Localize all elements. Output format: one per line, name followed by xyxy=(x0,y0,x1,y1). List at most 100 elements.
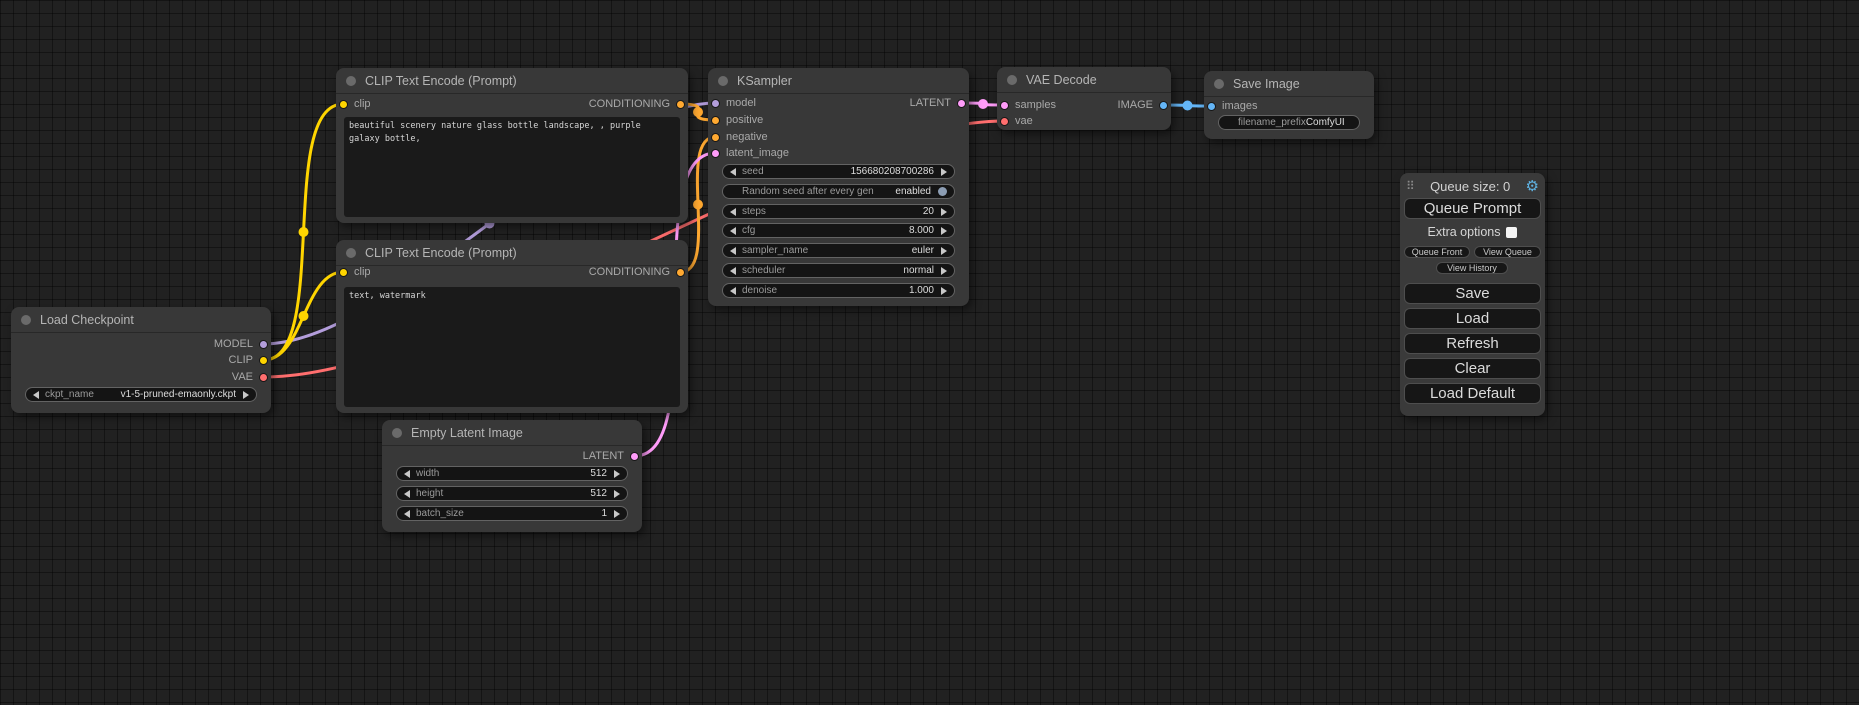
vae-output-port[interactable] xyxy=(259,373,268,382)
link-midpoint-dot[interactable] xyxy=(299,227,309,237)
positive-input-port[interactable] xyxy=(711,116,720,125)
node-ksampler[interactable]: KSampler model LATENT positive negative … xyxy=(708,68,969,306)
settings-gear-icon[interactable]: ⚙ xyxy=(1526,179,1539,194)
node-titlebar[interactable]: Save Image xyxy=(1204,71,1374,97)
widget-value: v1-5-pruned-emaonly.ckpt xyxy=(121,389,236,400)
collapse-dot-icon[interactable] xyxy=(392,428,402,438)
view-queue-button[interactable]: View Queue xyxy=(1474,246,1541,258)
node-titlebar[interactable]: KSampler xyxy=(708,68,969,94)
load-default-button[interactable]: Load Default xyxy=(1404,383,1541,404)
clip-output-port[interactable] xyxy=(259,356,268,365)
widget-seed[interactable]: seed 156680208700286 xyxy=(722,164,955,179)
link-midpoint-dot[interactable] xyxy=(978,99,988,109)
images-input-port[interactable] xyxy=(1207,102,1216,111)
queue-front-button[interactable]: Queue Front xyxy=(1404,246,1470,258)
link-midpoint-dot[interactable] xyxy=(693,200,703,210)
conditioning-output-port[interactable] xyxy=(676,100,685,109)
widget-random-seed-toggle[interactable]: Random seed after every gen enabled xyxy=(722,184,955,199)
drag-handle-icon[interactable]: ⠿ xyxy=(1406,180,1415,192)
decrement-arrow-icon[interactable] xyxy=(33,391,39,399)
decrement-arrow-icon[interactable] xyxy=(730,227,736,235)
widget-ckpt-name[interactable]: ckpt_name v1-5-pruned-emaonly.ckpt xyxy=(25,387,257,402)
clip-input-port[interactable] xyxy=(339,268,348,277)
negative-input-port[interactable] xyxy=(711,133,720,142)
widget-denoise[interactable]: denoise 1.000 xyxy=(722,283,955,298)
model-output-port[interactable] xyxy=(259,340,268,349)
increment-arrow-icon[interactable] xyxy=(614,470,620,478)
view-history-button[interactable]: View History xyxy=(1436,262,1508,274)
node-titlebar[interactable]: Empty Latent Image xyxy=(382,420,642,446)
decrement-arrow-icon[interactable] xyxy=(730,247,736,255)
node-titlebar[interactable]: CLIP Text Encode (Prompt) xyxy=(336,68,688,94)
link-midpoint-dot[interactable] xyxy=(299,311,309,321)
increment-arrow-icon[interactable] xyxy=(614,510,620,518)
increment-arrow-icon[interactable] xyxy=(614,490,620,498)
node-vae-decode[interactable]: VAE Decode samples IMAGE vae xyxy=(997,67,1171,130)
latent-output-port[interactable] xyxy=(630,452,639,461)
widget-width[interactable]: width 512 xyxy=(396,466,628,481)
latent-output-port[interactable] xyxy=(957,99,966,108)
image-output-port[interactable] xyxy=(1159,101,1168,110)
increment-arrow-icon[interactable] xyxy=(941,287,947,295)
comfy-menu-panel[interactable]: ⠿ Queue size: 0 ⚙ Queue Prompt Extra opt… xyxy=(1400,173,1545,416)
increment-arrow-icon[interactable] xyxy=(243,391,249,399)
extra-options-checkbox[interactable] xyxy=(1506,227,1517,238)
node-titlebar[interactable]: Load Checkpoint xyxy=(11,307,271,333)
decrement-arrow-icon[interactable] xyxy=(730,208,736,216)
collapse-dot-icon[interactable] xyxy=(1007,75,1017,85)
conditioning-output-port[interactable] xyxy=(676,268,685,277)
output-slot-label: LATENT xyxy=(583,450,624,462)
load-button[interactable]: Load xyxy=(1404,308,1541,329)
widget-cfg[interactable]: cfg 8.000 xyxy=(722,223,955,238)
widget-steps[interactable]: steps 20 xyxy=(722,204,955,219)
increment-arrow-icon[interactable] xyxy=(941,227,947,235)
queue-prompt-button[interactable]: Queue Prompt xyxy=(1404,198,1541,219)
collapse-dot-icon[interactable] xyxy=(346,248,356,258)
widget-value: enabled xyxy=(895,186,931,197)
node-titlebar[interactable]: CLIP Text Encode (Prompt) xyxy=(336,240,688,266)
clip-input-port[interactable] xyxy=(339,100,348,109)
toggle-indicator-icon[interactable] xyxy=(938,187,947,196)
vae-input-port[interactable] xyxy=(1000,117,1009,126)
decrement-arrow-icon[interactable] xyxy=(730,168,736,176)
clear-button[interactable]: Clear xyxy=(1404,358,1541,379)
collapse-dot-icon[interactable] xyxy=(1214,79,1224,89)
node-load-checkpoint[interactable]: Load Checkpoint MODEL CLIP VAE ckpt_name… xyxy=(11,307,271,413)
node-save-image[interactable]: Save Image images filename_prefix ComfyU… xyxy=(1204,71,1374,139)
prompt-textarea[interactable]: text, watermark xyxy=(344,287,680,407)
decrement-arrow-icon[interactable] xyxy=(404,490,410,498)
save-button[interactable]: Save xyxy=(1404,283,1541,304)
link-midpoint-dot[interactable] xyxy=(693,107,703,117)
increment-arrow-icon[interactable] xyxy=(941,208,947,216)
widget-name: batch_size xyxy=(416,508,464,519)
node-empty-latent-image[interactable]: Empty Latent Image LATENT width 512 heig… xyxy=(382,420,642,532)
widget-batch-size[interactable]: batch_size 1 xyxy=(396,506,628,521)
node-titlebar[interactable]: VAE Decode xyxy=(997,67,1171,93)
collapse-dot-icon[interactable] xyxy=(346,76,356,86)
refresh-button[interactable]: Refresh xyxy=(1404,333,1541,354)
increment-arrow-icon[interactable] xyxy=(941,267,947,275)
comfyui-canvas[interactable]: { "colors": { "MODEL": "#B39DDB", "CLIP"… xyxy=(0,0,1859,705)
decrement-arrow-icon[interactable] xyxy=(730,267,736,275)
prompt-textarea[interactable]: beautiful scenery nature glass bottle la… xyxy=(344,117,680,217)
samples-input-port[interactable] xyxy=(1000,101,1009,110)
decrement-arrow-icon[interactable] xyxy=(404,510,410,518)
increment-arrow-icon[interactable] xyxy=(941,247,947,255)
node-title: CLIP Text Encode (Prompt) xyxy=(365,246,517,260)
node-clip-text-encode-negative[interactable]: CLIP Text Encode (Prompt) clip CONDITION… xyxy=(336,240,688,413)
decrement-arrow-icon[interactable] xyxy=(730,287,736,295)
widget-scheduler[interactable]: scheduler normal xyxy=(722,263,955,278)
input-slot-label: model xyxy=(726,97,756,109)
link-midpoint-dot[interactable] xyxy=(1183,101,1193,111)
model-input-port[interactable] xyxy=(711,99,720,108)
latent-image-input-port[interactable] xyxy=(711,149,720,158)
node-clip-text-encode-positive[interactable]: CLIP Text Encode (Prompt) clip CONDITION… xyxy=(336,68,688,223)
input-slot-label: positive xyxy=(726,114,763,126)
widget-height[interactable]: height 512 xyxy=(396,486,628,501)
widget-filename-prefix[interactable]: filename_prefix ComfyUI xyxy=(1218,115,1360,130)
widget-sampler-name[interactable]: sampler_name euler xyxy=(722,243,955,258)
collapse-dot-icon[interactable] xyxy=(718,76,728,86)
decrement-arrow-icon[interactable] xyxy=(404,470,410,478)
collapse-dot-icon[interactable] xyxy=(21,315,31,325)
increment-arrow-icon[interactable] xyxy=(941,168,947,176)
